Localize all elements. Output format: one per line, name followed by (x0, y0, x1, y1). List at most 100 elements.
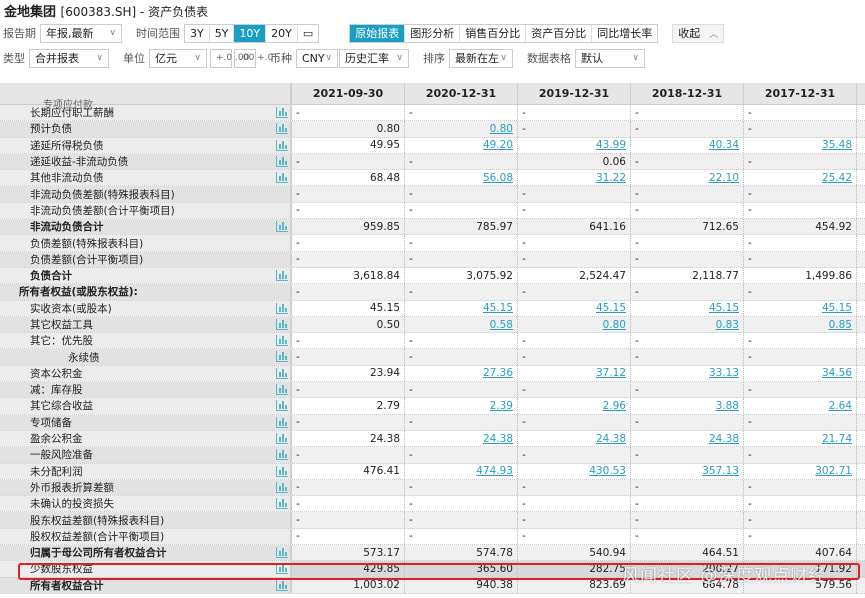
bar-chart-icon[interactable] (276, 563, 288, 575)
value-link[interactable]: 43.99 (596, 139, 626, 151)
bar-chart-icon[interactable] (276, 351, 288, 363)
value-link[interactable]: 37.12 (596, 367, 626, 379)
value-text: - (522, 285, 526, 298)
value-link[interactable]: 430.53 (589, 465, 626, 477)
row-label: 盈余公积金 (0, 430, 292, 447)
value-link[interactable]: 27.36 (483, 367, 513, 379)
value-cell: 407.64 (744, 545, 857, 561)
bar-chart-icon[interactable] (276, 449, 288, 461)
value-cell: - (292, 202, 405, 219)
value-cell: - (744, 349, 857, 365)
value-cell: - (631, 153, 744, 170)
row-label: 其他非流动负债 (0, 170, 292, 186)
value-link[interactable]: 35.48 (822, 139, 852, 151)
collapse-button[interactable]: 收起 ︿ (672, 23, 725, 43)
value-link[interactable]: 2.39 (490, 400, 513, 412)
table-row: 非流动负债合计 959.85 785.97 641.16 712.65 454.92 (0, 219, 865, 236)
value-link[interactable]: 0.83 (716, 319, 739, 331)
value-link[interactable]: 0.80 (603, 319, 626, 331)
bar-chart-icon[interactable] (276, 107, 288, 118)
row-label: 其它：优先股 (0, 333, 292, 349)
column-header[interactable]: 2021-09-30 (292, 83, 405, 104)
tab-asset-percent[interactable]: 资产百分比 (526, 24, 593, 42)
value-link[interactable]: 3.88 (716, 400, 739, 412)
column-header[interactable]: 2018-12-31 (631, 83, 744, 104)
bar-chart-icon[interactable] (276, 579, 288, 591)
value-link[interactable]: 0.85 (829, 319, 852, 331)
value-text: - (635, 106, 639, 119)
column-header[interactable]: 2017-12-31 (744, 83, 857, 104)
tab-sales-percent[interactable]: 销售百分比 (460, 24, 527, 42)
increase-decimal-button[interactable]: +.0 .00 (210, 48, 249, 68)
value-link[interactable]: 45.15 (822, 302, 852, 314)
table-row: 负债差额(合计平衡项目) - - - - - (0, 251, 865, 268)
bar-chart-icon[interactable] (276, 139, 288, 151)
bar-chart-icon[interactable] (276, 221, 288, 233)
bar-chart-icon[interactable] (276, 384, 288, 396)
bar-chart-icon[interactable] (276, 547, 288, 559)
calendar-icon[interactable]: ▭ (298, 25, 318, 42)
bar-chart-icon[interactable] (276, 269, 288, 281)
row-label-text: 其他非流动负债 (30, 172, 104, 185)
column-header[interactable]: 2019-12-31 (518, 83, 631, 104)
table-row: 其它综合收益 2.79 2.39 2.96 3.88 2.64 (0, 398, 865, 415)
value-link[interactable]: 25.42 (822, 172, 852, 184)
value-link[interactable]: 24.38 (709, 433, 739, 445)
value-link[interactable]: 24.38 (483, 433, 513, 445)
format-select[interactable]: 默认 ∨ (575, 48, 645, 68)
range-20y[interactable]: 20Y (266, 24, 298, 42)
tab-chart-analysis[interactable]: 图形分析 (405, 24, 461, 42)
decrease-decimal-button[interactable]: .00 +.0 (234, 48, 273, 68)
value-link[interactable]: 0.80 (490, 123, 513, 135)
tab-raw-report[interactable]: 原始报表 (350, 24, 406, 42)
value-link[interactable]: 0.58 (490, 319, 513, 331)
type-select[interactable]: 合并报表 ∨ (29, 48, 109, 68)
bar-chart-icon[interactable] (276, 498, 288, 510)
bar-chart-icon[interactable] (276, 318, 288, 330)
value-link[interactable]: 31.22 (596, 172, 626, 184)
value-link[interactable]: 302.71 (815, 465, 852, 477)
value-link[interactable]: 49.20 (483, 139, 513, 151)
bar-chart-icon[interactable] (276, 335, 288, 347)
tab-yoy-growth[interactable]: 同比增长率 (592, 25, 657, 42)
currency-select[interactable]: CNY ∨ (296, 48, 338, 68)
value-cell: 2,524.47 (518, 267, 631, 284)
value-link[interactable]: 2.96 (603, 400, 626, 412)
value-text: 282.75 (589, 562, 626, 575)
value-text: - (635, 530, 639, 543)
value-link[interactable]: 34.56 (822, 367, 852, 379)
value-link[interactable]: 56.08 (483, 172, 513, 184)
value-link[interactable]: 22.10 (709, 172, 739, 184)
value-link[interactable]: 357.13 (702, 465, 739, 477)
value-link[interactable]: 21.74 (822, 433, 852, 445)
column-header[interactable]: 2020-12-31 (405, 83, 518, 104)
value-link[interactable]: 45.15 (483, 302, 513, 314)
value-link[interactable]: 45.15 (596, 302, 626, 314)
bar-chart-icon[interactable] (276, 432, 288, 444)
sort-select[interactable]: 最新在左 ∨ (449, 48, 513, 68)
bar-chart-icon[interactable] (276, 465, 288, 477)
range-10y[interactable]: 10Y (234, 24, 267, 42)
bar-chart-icon[interactable] (276, 416, 288, 428)
value-link[interactable]: 45.15 (709, 302, 739, 314)
row-label: 归属于母公司所有者权益合计 (0, 545, 292, 561)
unit-select[interactable]: 亿元 ∨ (149, 48, 207, 68)
value-link[interactable]: 33.13 (709, 367, 739, 379)
bar-chart-icon[interactable] (276, 172, 288, 184)
bar-chart-icon[interactable] (276, 302, 288, 314)
bar-chart-icon[interactable] (276, 400, 288, 412)
value-text: - (635, 416, 639, 429)
value-link[interactable]: 40.34 (709, 139, 739, 151)
value-link[interactable]: 24.38 (596, 433, 626, 445)
value-link[interactable]: 2.64 (829, 400, 852, 412)
value-link[interactable]: 474.93 (476, 465, 513, 477)
bar-chart-icon[interactable] (276, 155, 288, 167)
period-select[interactable]: 年报,最新 ∨ (40, 23, 122, 43)
bar-chart-icon[interactable] (276, 123, 288, 135)
bar-chart-icon[interactable] (276, 367, 288, 379)
range-5y[interactable]: 5Y (210, 24, 235, 42)
range-3y[interactable]: 3Y (185, 24, 210, 42)
rate-select[interactable]: 历史汇率 ∨ (339, 48, 409, 68)
bar-chart-icon[interactable] (276, 481, 288, 493)
value-text: - (522, 253, 526, 266)
